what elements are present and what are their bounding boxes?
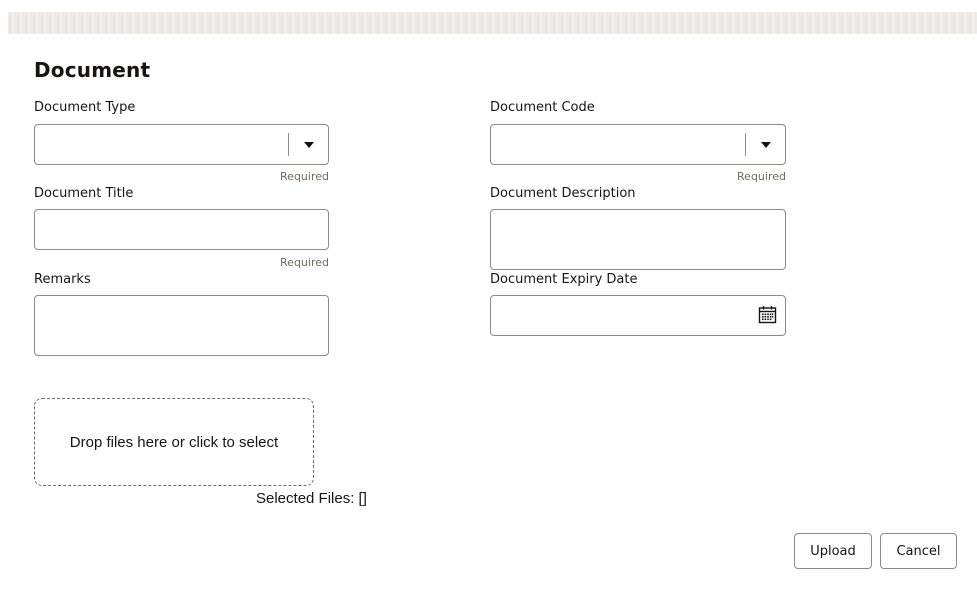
- document-type-dropdown-button[interactable]: [288, 133, 328, 156]
- calendar-icon[interactable]: [758, 305, 777, 324]
- document-type-select[interactable]: [34, 124, 329, 165]
- drop-zone-text: Drop files here or click to select: [69, 433, 279, 451]
- document-description-label: Document Description: [490, 186, 636, 201]
- header-strip: [8, 12, 977, 34]
- document-code-required-hint: Required: [737, 170, 786, 183]
- document-code-select[interactable]: [490, 124, 786, 165]
- document-code-label: Document Code: [490, 100, 595, 115]
- section-title: Document: [34, 58, 151, 82]
- remarks-label: Remarks: [34, 272, 91, 287]
- document-title-input[interactable]: [34, 209, 329, 250]
- document-expiry-date-input[interactable]: [490, 295, 786, 336]
- file-drop-zone[interactable]: Drop files here or click to select: [34, 398, 314, 486]
- document-title-required-hint: Required: [280, 256, 329, 269]
- remarks-textarea[interactable]: [34, 295, 329, 356]
- selected-files-text: Selected Files: []: [256, 490, 367, 507]
- document-type-label: Document Type: [34, 100, 136, 115]
- cancel-button[interactable]: Cancel: [880, 533, 957, 569]
- document-description-textarea[interactable]: [490, 209, 786, 270]
- document-expiry-date-label: Document Expiry Date: [490, 272, 638, 287]
- document-title-label: Document Title: [34, 186, 134, 201]
- chevron-down-icon: [303, 141, 314, 148]
- upload-button[interactable]: Upload: [794, 533, 872, 569]
- document-type-required-hint: Required: [280, 170, 329, 183]
- document-code-dropdown-button[interactable]: [745, 133, 785, 156]
- chevron-down-icon: [760, 141, 771, 148]
